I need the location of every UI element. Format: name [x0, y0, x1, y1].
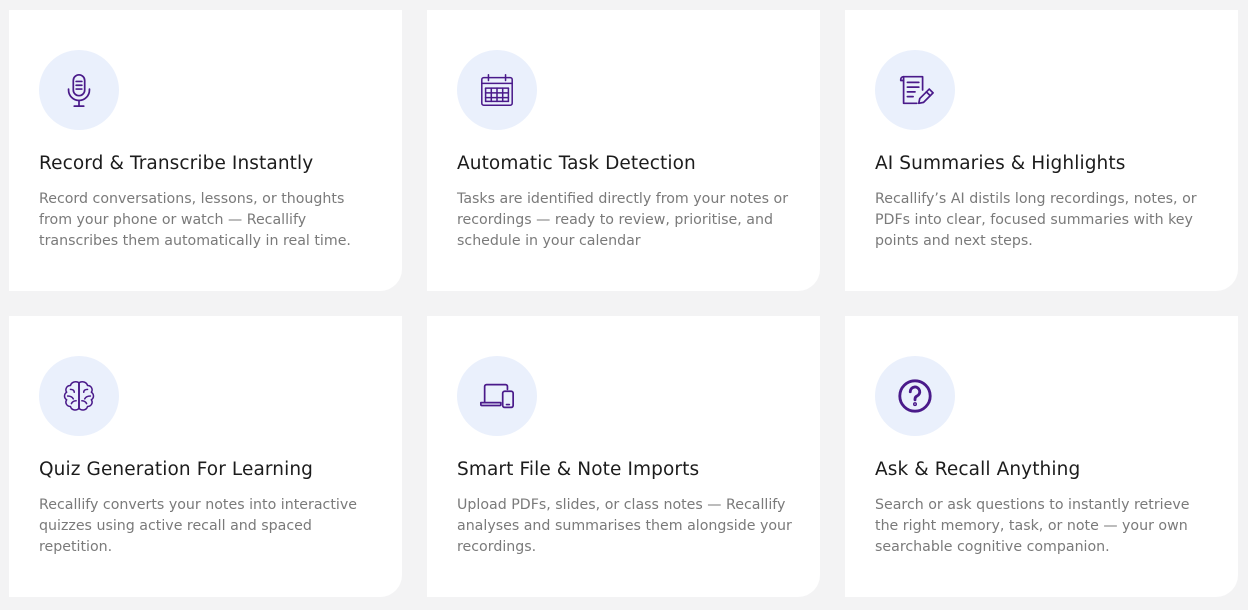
- feature-description: Upload PDFs, slides, or class notes — Re…: [457, 497, 792, 555]
- feature-description: Tasks are identified directly from your …: [457, 191, 789, 249]
- brain-icon: [39, 356, 119, 436]
- feature-card-ask: Ask & Recall Anything Search or ask ques…: [845, 316, 1238, 597]
- feature-card-record: Record & Transcribe Instantly Record con…: [9, 10, 402, 291]
- feature-title: Quiz Generation For Learning: [39, 459, 314, 480]
- calendar-icon: [457, 50, 537, 130]
- feature-title: Automatic Task Detection: [457, 153, 696, 174]
- question-icon: [875, 356, 955, 436]
- feature-title: AI Summaries & Highlights: [875, 153, 1126, 174]
- feature-card-summaries: AI Summaries & Highlights Recallify’s AI…: [845, 10, 1238, 291]
- devices-icon: [457, 356, 537, 436]
- feature-card-tasks: Automatic Task Detection Tasks are ident…: [427, 10, 820, 291]
- feature-title: Ask & Recall Anything: [875, 459, 1081, 480]
- feature-card-quiz: Quiz Generation For Learning Recallify c…: [9, 316, 402, 597]
- feature-description: Recallify converts your notes into inter…: [39, 497, 357, 555]
- feature-description: Record conversations, lessons, or though…: [39, 191, 351, 249]
- feature-title: Smart File & Note Imports: [457, 459, 700, 480]
- feature-card-imports: Smart File & Note Imports Upload PDFs, s…: [427, 316, 820, 597]
- feature-title: Record & Transcribe Instantly: [39, 153, 314, 174]
- feature-description: Recallify’s AI distils long recordings, …: [875, 191, 1197, 249]
- document-edit-icon: [875, 50, 955, 130]
- feature-description: Search or ask questions to instantly ret…: [875, 497, 1190, 555]
- microphone-icon: [39, 50, 119, 130]
